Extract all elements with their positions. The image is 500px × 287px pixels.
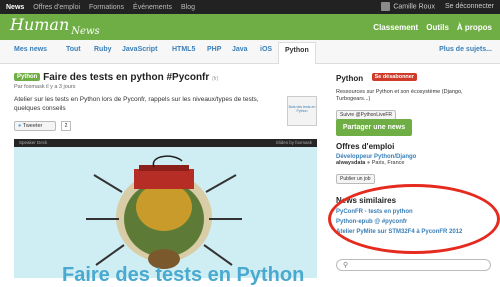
topic-name: Python	[336, 74, 364, 83]
tweet-label: Tweeter	[22, 123, 43, 129]
slides-by[interactable]: Slides by foxmask	[276, 140, 312, 145]
slides-embed-bar: Speaker Deck Slides by foxmask	[14, 139, 317, 147]
tab-javascript[interactable]: JavaScript	[122, 46, 157, 53]
jobs-box: Offres d'emploi Développeur Python/Djang…	[336, 142, 496, 185]
logo-news: News	[71, 26, 100, 37]
job-location: Paris, France	[371, 160, 405, 166]
tab-tout[interactable]: Tout	[66, 46, 81, 53]
tab-python[interactable]: Python	[278, 42, 316, 64]
article-byline: Par foxmask il y a 3 jours	[14, 84, 76, 90]
top-nav-jobs[interactable]: Offres d'emploi	[33, 4, 80, 11]
header-nav-about[interactable]: À propos	[457, 23, 492, 32]
article-tag[interactable]: Python	[14, 73, 41, 82]
header-nav: Classement Outils À propos	[373, 23, 492, 32]
top-bar: News Offres d'emploi Formations Événemen…	[0, 0, 500, 14]
article-title[interactable]: Faire des tests en python #Pyconfr	[43, 72, 209, 83]
tweet-count: 2	[61, 121, 71, 131]
article-lang: (fr)	[212, 76, 219, 82]
user-link[interactable]: Camille Roux	[381, 2, 435, 11]
tab-ruby[interactable]: Ruby	[94, 46, 112, 53]
search-input[interactable]: ⚲	[336, 259, 491, 271]
avatar	[381, 2, 391, 11]
slide-frame[interactable]: Faire des tests en Python	[14, 147, 317, 286]
logout-link[interactable]: Se déconnecter	[445, 3, 494, 10]
red-highlight-ellipse	[328, 184, 500, 254]
job-company: alwaysdata	[336, 160, 366, 166]
job-meta: alwaysdata ● Paris, France	[336, 160, 496, 167]
search-icon: ⚲	[343, 262, 349, 269]
header-nav-tools[interactable]: Outils	[426, 23, 449, 32]
topic-box: Python Se désabonner Ressources sur Pyth…	[336, 68, 496, 121]
topic-description: Ressources sur Python et son écosystème …	[336, 89, 463, 102]
unsubscribe-button[interactable]: Se désabonner	[371, 72, 417, 81]
jobs-title: Offres d'emploi	[336, 142, 395, 151]
topic-tabs: Mes news Tout Ruby JavaScript HTML5 PHP …	[0, 40, 500, 64]
top-nav-events[interactable]: Événements	[133, 4, 172, 11]
logo-main: Human	[10, 15, 70, 34]
share-news-button[interactable]: Partager une news	[336, 119, 412, 136]
top-nav-blog[interactable]: Blog	[181, 4, 195, 11]
more-topics-link[interactable]: Plus de sujets...	[439, 46, 492, 53]
publish-job-button[interactable]: Publier un job	[336, 174, 375, 184]
twitter-icon: ●	[18, 123, 22, 129]
beetle-dynamite-illustration	[86, 155, 242, 269]
tab-php[interactable]: PHP	[207, 46, 221, 53]
location-icon: ●	[366, 160, 371, 166]
top-nav: News Offres d'emploi Formations Événemen…	[0, 4, 195, 11]
tab-mes-news[interactable]: Mes news	[14, 46, 47, 53]
top-nav-trainings[interactable]: Formations	[89, 4, 124, 11]
header-nav-ranking[interactable]: Classement	[373, 23, 418, 32]
user-name: Camille Roux	[393, 3, 435, 11]
article-title-row: Python Faire des tests en python #Pyconf…	[14, 72, 218, 83]
speakerdeck-brand[interactable]: Speaker Deck	[19, 140, 47, 145]
user-area: Camille Roux Se déconnecter	[381, 2, 494, 11]
article-summary: Atelier sur les tests en Python lors de …	[14, 96, 259, 112]
tweet-button[interactable]: ● Tweeter 2	[14, 121, 71, 131]
slide-title: Faire des tests en Python	[62, 264, 305, 286]
tab-html5[interactable]: HTML5	[172, 46, 195, 53]
tab-java[interactable]: Java	[232, 46, 248, 53]
tab-ios[interactable]: iOS	[260, 46, 272, 53]
article-thumbnail[interactable]: Bots des tests en Python	[287, 96, 317, 126]
thumbnail-caption: Bots des tests en Python	[288, 105, 316, 113]
site-header: HumanNews CODERS Classement Outils À pro…	[0, 14, 500, 45]
top-nav-news[interactable]: News	[6, 4, 24, 11]
